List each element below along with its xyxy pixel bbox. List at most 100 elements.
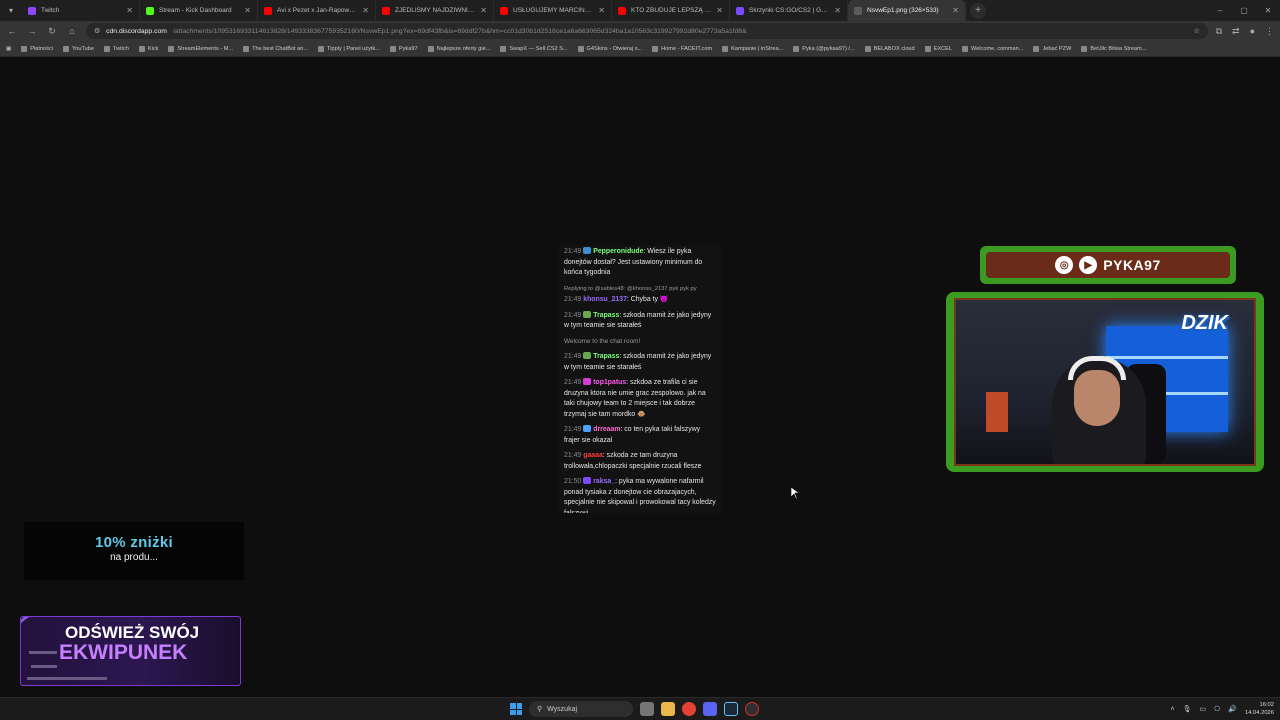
bookmark-item[interactable]: Welcome, comman...	[962, 45, 1024, 52]
bookmark-label: Welcome, comman...	[971, 45, 1024, 52]
bookmark-item[interactable]: G4Skins - Otwieraj s...	[577, 45, 642, 52]
browser-tab[interactable]: KTO ZBUDUJE LEPSZĄ RZECZ - ✕	[612, 0, 730, 21]
forward-icon[interactable]: →	[26, 26, 38, 36]
tab-favicon-icon	[382, 6, 390, 15]
monitor-icon[interactable]: ▭	[1200, 705, 1207, 713]
browser-tab[interactable]: Avi x Pezet x Jan-Rapowanie ✕	[258, 0, 376, 21]
browser-tab[interactable]: USŁUGUJEMY MARCINOWI NA ✕	[494, 0, 612, 21]
tab-close-icon[interactable]: ✕	[362, 6, 369, 15]
chat-timestamp: 21:49	[564, 379, 582, 386]
home-icon[interactable]: ⌂	[66, 26, 78, 36]
bookmark-item[interactable]: BetJilc Bitwa Stream...	[1081, 45, 1146, 52]
new-tab-button[interactable]: +	[970, 2, 986, 19]
bookmark-item[interactable]: StreamElements - M...	[168, 45, 233, 52]
streamer-name: PYKA97	[1103, 257, 1161, 273]
microphone-icon[interactable]: 🎙	[1183, 705, 1192, 713]
tab-close-icon[interactable]: ✕	[834, 6, 841, 15]
search-placeholder: Wyszukaj	[547, 705, 578, 713]
discord-icon[interactable]	[703, 702, 717, 716]
tab-title: Twitch	[41, 7, 60, 14]
bookmark-item[interactable]: Jebać PZW	[1033, 45, 1071, 52]
bookmark-star-icon[interactable]: ☆	[1193, 27, 1199, 35]
browser-tab[interactable]: Skrzynki CS:GO/CS2 | G4Skins ✕	[730, 0, 848, 21]
weapon-graphic	[29, 651, 57, 654]
bookmark-icon	[21, 45, 28, 52]
close-icon[interactable]: ✕	[1256, 0, 1280, 21]
url-domain: cdn.discordapp.com	[106, 27, 167, 35]
bookmark-item[interactable]: Kampanie | inStrea...	[722, 45, 783, 52]
tab-favicon-icon	[854, 6, 862, 15]
bookmark-icon	[722, 45, 729, 52]
chrome-icon[interactable]	[682, 702, 696, 716]
bookmark-item[interactable]: BELABOX cloud	[864, 45, 915, 52]
apps-icon[interactable]: ▦	[6, 46, 11, 52]
bookmark-item[interactable]: Tipply | Panel użytk...	[318, 45, 380, 52]
clock[interactable]: 16:02 14.04.2026	[1245, 701, 1274, 717]
tab-favicon-icon	[146, 6, 154, 15]
menu-icon[interactable]: ⋮	[1265, 26, 1274, 37]
bookmark-item[interactable]: Najlepsze oferty gie...	[427, 45, 490, 52]
chat-username: drreaam	[593, 426, 621, 433]
tab-close-icon[interactable]: ✕	[480, 6, 487, 15]
file-explorer-icon[interactable]	[661, 702, 675, 716]
chat-username: Pepperonidude	[593, 248, 644, 255]
browser-tab[interactable]: Stream - Kick Dashboard ✕	[140, 0, 258, 21]
network-icon[interactable]: ⎔	[1214, 705, 1220, 713]
bookmark-item[interactable]: YouTube	[63, 45, 94, 52]
tab-favicon-icon	[500, 6, 508, 15]
bookmark-label: Płatności	[30, 45, 53, 52]
tab-close-icon[interactable]: ✕	[598, 6, 605, 15]
maximize-icon[interactable]: ▢	[1232, 0, 1256, 21]
bookmark-label: BELABOX cloud	[873, 45, 915, 52]
browser-tab[interactable]: ZJEDLIŚMY NAJDZIWNIEJSZA ✕	[376, 0, 494, 21]
start-button[interactable]	[510, 703, 522, 715]
taskbar-search[interactable]: ⚲ Wyszukaj	[529, 701, 633, 717]
chat-username: Trapass	[593, 311, 620, 319]
bookmark-icon	[318, 45, 325, 52]
tab-search-chevron-icon[interactable]: ▾	[0, 0, 22, 21]
bookmark-item[interactable]: Twitch	[103, 45, 129, 52]
bookmark-item[interactable]: Pyka97	[389, 45, 418, 52]
bookmark-label: Tipply | Panel użytk...	[327, 45, 380, 52]
obs-icon[interactable]	[745, 702, 759, 716]
bookmark-label: Pyka97	[398, 45, 418, 52]
bookmark-item[interactable]: EXCEL	[924, 45, 952, 52]
volume-icon[interactable]: 🔊	[1228, 705, 1237, 713]
bookmark-item[interactable]: Home - FACEIT.com	[652, 45, 713, 52]
chat-timestamp: 21:50	[564, 478, 582, 485]
tab-title: USŁUGUJEMY MARCINOWI NA	[513, 7, 593, 14]
bookmark-item[interactable]: SwapX — Sell CS2 S...	[500, 45, 568, 52]
chat-message: 21:49 Trapass: szkoda mamit że jako jedyn…	[564, 310, 716, 332]
url-path: /attachments/1095316933114613828/1493338…	[172, 27, 747, 35]
sidepanel-icon[interactable]: ⇄	[1232, 26, 1240, 37]
site-info-icon[interactable]: ⚙	[94, 27, 100, 35]
tab-close-icon[interactable]: ✕	[126, 6, 133, 15]
chat-system-message: Welcome to the chat room!	[564, 337, 641, 345]
bookmark-item[interactable]: Płatności	[21, 45, 53, 52]
browser-tab[interactable]: Twitch ✕	[22, 0, 140, 21]
tab-close-icon[interactable]: ✕	[952, 6, 959, 15]
minimize-icon[interactable]: –	[1208, 0, 1232, 21]
steam-icon[interactable]	[724, 702, 738, 716]
extensions-icon[interactable]: ⧉	[1216, 26, 1222, 37]
tab-favicon-icon	[264, 6, 272, 15]
weapon-graphic	[27, 677, 107, 680]
bookmark-item[interactable]: The best ChatBot an...	[243, 45, 308, 52]
chat-timestamp: 21:49	[564, 248, 582, 255]
promo-headline: 10% zniżki	[94, 534, 174, 551]
bookmark-label: Pyka (@pykaa97) /...	[802, 45, 855, 52]
address-bar[interactable]: ⚙ cdn.discordapp.com/attachments/1095316…	[86, 23, 1208, 39]
task-view-icon[interactable]	[640, 702, 654, 716]
reload-icon[interactable]: ↻	[46, 26, 58, 37]
back-icon[interactable]: ←	[6, 26, 18, 36]
tab-close-icon[interactable]: ✕	[716, 6, 723, 15]
browser-tab[interactable]: NsvwEp1.png (326×533) ✕	[848, 0, 966, 21]
system-tray: ˄ 🎙 ▭ ⎔ 🔊 16:02 14.04.2026	[1171, 701, 1274, 717]
tab-close-icon[interactable]: ✕	[244, 6, 251, 15]
bookmark-item[interactable]: Pyka (@pykaa97) /...	[793, 45, 855, 52]
bookmark-label: Home - FACEIT.com	[661, 45, 713, 52]
bookmark-item[interactable]: Kick	[138, 45, 158, 52]
profile-icon[interactable]: ●	[1250, 26, 1255, 37]
webcam-feed: DZIK	[954, 298, 1256, 466]
tray-chevron-icon[interactable]: ˄	[1171, 706, 1175, 713]
